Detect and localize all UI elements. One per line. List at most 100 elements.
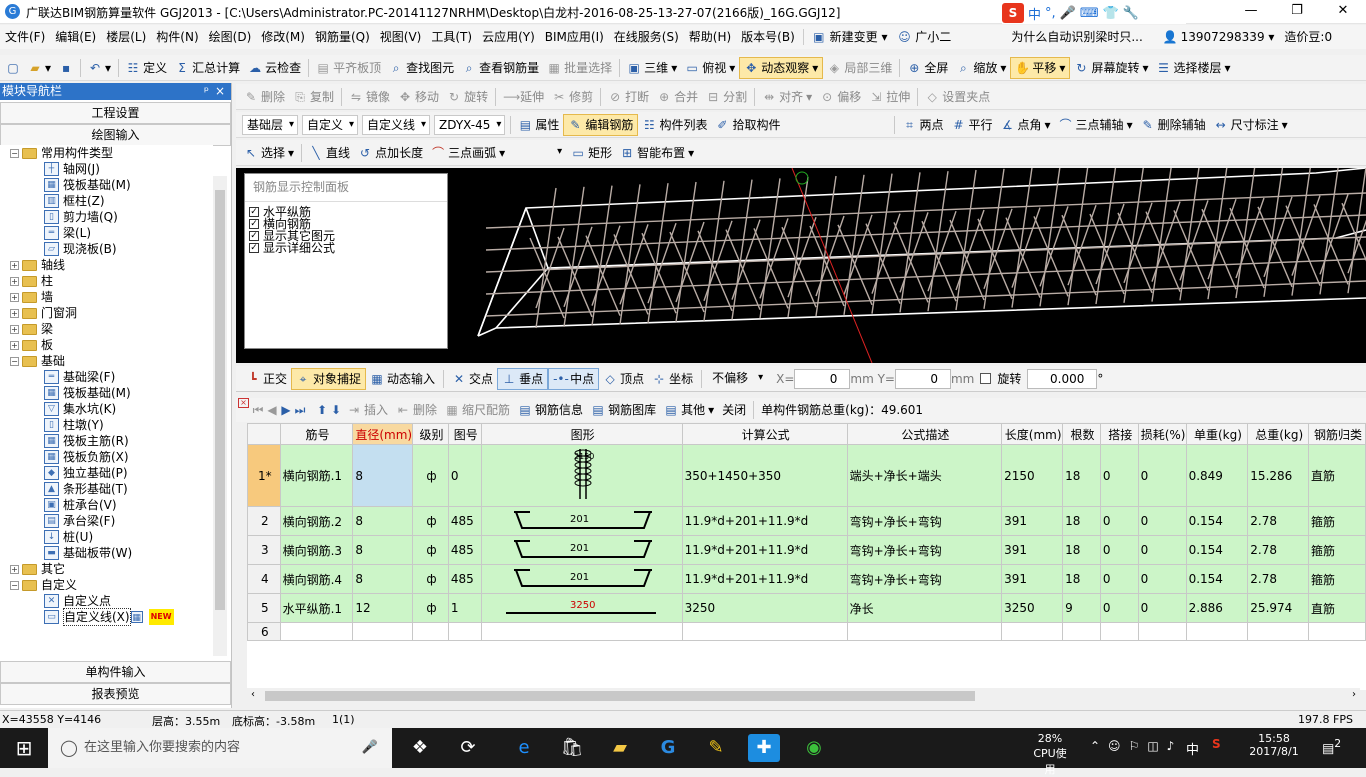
cell[interactable] xyxy=(1247,622,1310,641)
cell[interactable]: 0 xyxy=(1137,593,1187,623)
tree-item[interactable]: ▲ 条形基础(T) xyxy=(0,481,213,497)
column-header-12[interactable]: 单重(kg) xyxy=(1185,423,1249,445)
cell[interactable]: ф xyxy=(412,593,449,623)
cell[interactable]: 25.974 xyxy=(1247,593,1310,623)
menu-item-8[interactable]: 工具(T) xyxy=(426,25,477,49)
edit-button-12[interactable]: ⇲ 拉伸 xyxy=(865,86,914,108)
cell[interactable]: 1 xyxy=(447,593,482,623)
edit-button-7[interactable]: ⊘ 打断 xyxy=(604,86,653,108)
nav-drawing-input[interactable]: 绘图输入 xyxy=(0,124,231,146)
column-header-4[interactable]: 图号 xyxy=(447,423,482,445)
column-header-2[interactable]: 直径(mm) xyxy=(352,423,414,445)
type-select[interactable]: 自定义 xyxy=(302,114,359,135)
mic-taskbar-icon[interactable]: 🎤 xyxy=(362,728,378,768)
pin-icon[interactable]: ᵖ xyxy=(204,83,209,100)
cell[interactable] xyxy=(846,622,1003,641)
edit-button-13[interactable]: ◇ 设置夹点 xyxy=(921,86,994,108)
cell[interactable]: 0 xyxy=(1137,444,1187,507)
column-header-9[interactable]: 根数 xyxy=(1062,423,1101,445)
cell[interactable]: 水平纵筋.1 xyxy=(279,593,354,623)
cell[interactable]: 0 xyxy=(1099,506,1139,536)
tree-item[interactable]: − 自定义 xyxy=(0,577,213,593)
three-point-arc-button[interactable]: ⌒ 三点画弧 ▾ xyxy=(427,142,509,164)
row-number[interactable]: 1* xyxy=(247,444,281,507)
perpendicular-button[interactable]: ⊥ 垂点 xyxy=(497,367,549,390)
prev-record-icon[interactable]: ◀ xyxy=(265,403,279,417)
table-h-scrollbar[interactable]: ‹ › xyxy=(247,688,1360,704)
toolbar-button-12[interactable]: ⌕ 缩放 ▾ xyxy=(952,57,1010,79)
midpoint-button[interactable]: -•- 中点 xyxy=(548,367,600,390)
move-up-icon[interactable]: ⬆ xyxy=(315,403,329,417)
table-row[interactable]: 6 xyxy=(247,622,1366,641)
cell[interactable]: 18 xyxy=(1062,444,1101,507)
column-header-5[interactable]: 图形 xyxy=(480,423,683,445)
column-header-1[interactable]: 筋号 xyxy=(279,423,354,445)
green-app-icon[interactable]: ◉ xyxy=(798,734,830,762)
ime-toolbar[interactable]: S 中 °, 🎤 ⌨ 👕 🔧 xyxy=(1002,2,1186,24)
toolbar-button-15[interactable]: ☰ 选择楼层 ▾ xyxy=(1152,57,1234,79)
cell[interactable]: 3250 xyxy=(681,593,848,623)
rebar-library-button[interactable]: ▤ 钢筋图库 xyxy=(587,399,660,421)
cell[interactable] xyxy=(1001,622,1064,641)
cell[interactable]: 净长 xyxy=(846,593,1003,623)
edit-button-8[interactable]: ⊕ 合并 xyxy=(653,86,702,108)
edit-button-11[interactable]: ⊙ 偏移 xyxy=(816,86,865,108)
cell[interactable]: 2150 xyxy=(1001,444,1064,507)
cell[interactable]: 端头+净长+端头 xyxy=(846,444,1003,507)
cell[interactable] xyxy=(1099,622,1139,641)
table-row[interactable]: 5 水平纵筋.1 12 ф 1 3250 3250 净长 3250 9 0 0 2.886 25.974 直… xyxy=(247,593,1366,623)
row-number[interactable]: 5 xyxy=(247,593,281,623)
cell[interactable]: 箍筋 xyxy=(1308,506,1366,536)
cell[interactable]: ф xyxy=(412,444,449,507)
cell[interactable]: 0 xyxy=(1099,535,1139,565)
tree-item[interactable]: ▦ 筏板主筋(R) xyxy=(0,433,213,449)
menu-item-12[interactable]: 帮助(H) xyxy=(684,25,736,49)
cell[interactable] xyxy=(681,622,848,641)
cell[interactable]: 18 xyxy=(1062,564,1101,594)
cell[interactable] xyxy=(352,622,414,641)
column-header-8[interactable]: 长度(mm) xyxy=(1001,423,1064,445)
minimize-button[interactable]: — xyxy=(1228,0,1274,24)
cell[interactable]: 8 xyxy=(352,444,414,507)
cell[interactable]: 391 xyxy=(1001,564,1064,594)
cell[interactable]: 391 xyxy=(1001,535,1064,565)
table-row[interactable]: 1* 横向钢筋.1 8 ф 0 2150 350+1450+350 端头+净长+端头 2150 1… xyxy=(247,444,1366,507)
tree-expander[interactable]: − xyxy=(10,580,19,590)
toolbar-button-14[interactable]: ↻ 屏幕旋转 ▾ xyxy=(1070,57,1152,79)
tree-item[interactable]: ▽ 集水坑(K) xyxy=(0,401,213,417)
shape-cell[interactable]: 2150 xyxy=(480,444,683,507)
tree-item[interactable]: ▤ 承台梁(F) xyxy=(0,513,213,529)
tree-item[interactable]: + 墙 xyxy=(0,289,213,305)
object-snap-button[interactable]: ⌖ 对象捕捉 xyxy=(291,367,367,390)
toolbar-button-2[interactable]: ☁ 云检查 xyxy=(244,57,305,79)
column-header-13[interactable]: 总重(kg) xyxy=(1247,423,1310,445)
offset-select[interactable]: 不偏移 xyxy=(708,369,766,389)
tree-item[interactable]: ▬ 基础板带(W) xyxy=(0,545,213,561)
tree-item[interactable]: ▦ 筏板负筋(X) xyxy=(0,449,213,465)
last-record-icon[interactable]: ⏭ xyxy=(293,403,307,417)
tree-expander[interactable]: − xyxy=(10,356,19,366)
toolbar-button-7[interactable]: ▣ 三维 ▾ xyxy=(623,57,681,79)
open-file-button[interactable]: ▰ ▾ xyxy=(24,57,55,79)
column-header-0[interactable] xyxy=(247,423,281,445)
edit-button-4[interactable]: ↻ 旋转 xyxy=(443,86,492,108)
tree-expander[interactable]: − xyxy=(10,148,19,158)
shape-cell[interactable]: 201 xyxy=(480,535,683,565)
toolbar-button-8[interactable]: ▭ 俯视 ▾ xyxy=(681,57,739,79)
code-select[interactable]: ZDYX-45 xyxy=(434,114,506,135)
cell[interactable]: 直筋 xyxy=(1308,444,1366,507)
table-row[interactable]: 4 横向钢筋.4 8 ф 485 201 11.9*d+201+11.9*d 弯钩+净长+弯钩… xyxy=(247,564,1366,594)
tree-item[interactable]: ▥ 框柱(Z) xyxy=(0,193,213,209)
cell[interactable] xyxy=(279,622,354,641)
toolbar-button-11[interactable]: ⊕ 全屏 xyxy=(903,57,952,79)
cell[interactable]: 2.78 xyxy=(1247,564,1310,594)
cell[interactable]: 0 xyxy=(1099,564,1139,594)
checkbox-icon[interactable]: ✓ xyxy=(249,243,259,253)
cell[interactable]: 0 xyxy=(1137,506,1187,536)
tree-expander[interactable]: + xyxy=(10,564,19,574)
maximize-button[interactable]: ❐ xyxy=(1274,0,1320,24)
ime-lang[interactable]: 中 xyxy=(1028,4,1041,23)
cell[interactable]: ф xyxy=(412,535,449,565)
tree-item[interactable]: ▭ 自定义线(X) ▦ NEW xyxy=(0,608,213,626)
cell[interactable]: 391 xyxy=(1001,506,1064,536)
